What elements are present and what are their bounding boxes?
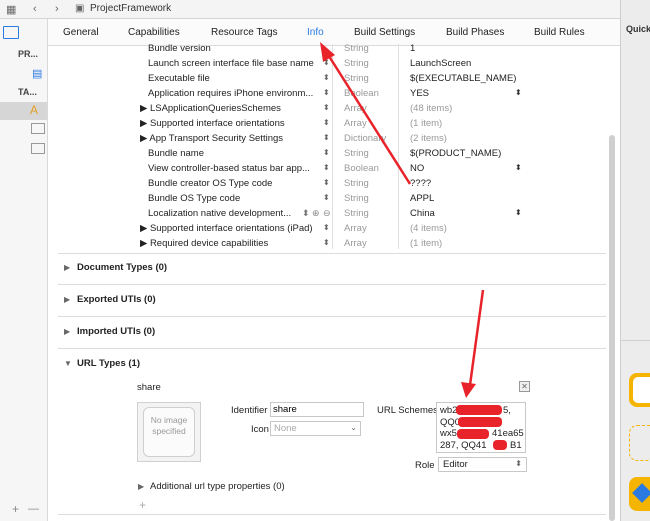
chevron-updown-icon: ⬍: [515, 459, 522, 468]
stepper-icon[interactable]: ⬍: [323, 88, 330, 97]
stepper-icon[interactable]: ⬍: [323, 58, 330, 67]
disclosure-triangle-icon[interactable]: ▶: [64, 327, 70, 336]
section-exported-utis[interactable]: Exported UTIs (0): [77, 294, 156, 305]
disclosure-triangle-icon[interactable]: ▶: [64, 263, 70, 272]
additional-properties-label[interactable]: Additional url type properties (0): [150, 481, 285, 492]
plist-row[interactable]: Launch screen interface file base name ⬍…: [138, 57, 533, 72]
redaction-mark: [458, 417, 502, 427]
grid-icon[interactable]: ▦: [6, 3, 16, 16]
tab-build-phases[interactable]: Build Phases: [446, 27, 504, 38]
section-document-types[interactable]: Document Types (0): [77, 262, 167, 273]
plist-row[interactable]: Executable file ⬍ String $(EXECUTABLE_NA…: [138, 72, 533, 87]
icon-popup[interactable]: None ⌄: [270, 421, 361, 436]
add-target-button[interactable]: +: [12, 502, 19, 516]
stepper-icon[interactable]: ⬍: [323, 73, 330, 82]
plist-row[interactable]: Bundle OS Type code ⬍ String APPL: [138, 192, 533, 207]
url-type-image-well[interactable]: No image specified: [137, 402, 201, 462]
disclosure-triangle-icon[interactable]: ▶: [138, 482, 144, 491]
forward-chevron-icon[interactable]: ›: [55, 3, 59, 15]
inspector-strip: Quick: [620, 0, 650, 521]
plist-row[interactable]: Localization native development... ⬍ ⊕ ⊖…: [138, 207, 533, 222]
plist-row[interactable]: Application requires iPhone environm... …: [138, 87, 533, 102]
popup-chevron-icon[interactable]: ⬍: [515, 208, 522, 217]
stepper-icon[interactable]: ⬍: [323, 148, 330, 157]
delete-url-type-icon[interactable]: ✕: [519, 381, 530, 392]
tab-build-rules[interactable]: Build Rules: [534, 27, 585, 38]
url-type-name: share: [137, 382, 161, 393]
role-label: Role: [415, 460, 435, 471]
plist-row[interactable]: ▶ Supported interface orientations ⬍ Arr…: [138, 117, 533, 132]
plist-row[interactable]: ▶ App Transport Security Settings ⬍ Dict…: [138, 132, 533, 147]
url-schemes-label: URL Schemes: [377, 405, 438, 416]
tab-general[interactable]: General: [63, 27, 99, 38]
add-url-type-button[interactable]: +: [139, 498, 146, 512]
remove-row-icon[interactable]: ⊖: [323, 208, 331, 219]
tab-build-settings[interactable]: Build Settings: [354, 27, 415, 38]
disclosure-triangle-open-icon[interactable]: ▼: [64, 359, 72, 368]
redaction-mark: [456, 405, 502, 415]
project-section-label: PR...: [18, 49, 39, 59]
targets-section-label: TA...: [18, 87, 37, 97]
target-folder-icon[interactable]: [31, 143, 45, 154]
role-popup[interactable]: Editor ⬍: [438, 457, 527, 472]
chevron-down-icon: ⌄: [350, 423, 357, 432]
tab-resource-tags[interactable]: Resource Tags: [211, 27, 278, 38]
top-bar: ▦ ‹ › ▣ ProjectFramework: [0, 0, 620, 19]
remove-target-button[interactable]: —: [28, 503, 39, 515]
stepper-icon[interactable]: ⬍: [323, 223, 330, 232]
arrowhead-icon: [461, 382, 476, 398]
project-file-icon[interactable]: ▤: [32, 67, 42, 80]
redaction-mark: [457, 429, 489, 439]
disclosure-triangle-icon[interactable]: ▶: [64, 295, 70, 304]
url-schemes-field[interactable]: wb2 5, QQ0 wx5 41ea65 287, QQ41 B1: [436, 402, 526, 453]
plist-row[interactable]: ▶ Supported interface orientations (iPad…: [138, 222, 533, 237]
popup-chevron-icon[interactable]: ⬍: [515, 163, 522, 172]
plist-row[interactable]: View controller-based status bar app... …: [138, 162, 533, 177]
plist-row[interactable]: Bundle version String 1: [138, 42, 533, 57]
identifier-field[interactable]: [270, 402, 364, 417]
breadcrumb[interactable]: ProjectFramework: [90, 3, 171, 14]
stepper-icon[interactable]: ⬍: [323, 103, 330, 112]
stepper-icon[interactable]: ⬍: [323, 193, 330, 202]
annotation-arrow-to-url-schemes: [468, 289, 485, 386]
popup-chevron-icon[interactable]: ⬍: [515, 88, 522, 97]
vertical-scrollbar[interactable]: [609, 135, 615, 521]
plist-row[interactable]: Bundle creator OS Type code ⬍ String ???…: [138, 177, 533, 192]
identifier-label: Identifier: [231, 405, 268, 416]
stepper-icon[interactable]: ⬍: [302, 208, 310, 219]
stepper-icon[interactable]: ⬍: [323, 163, 330, 172]
stepper-icon[interactable]: ⬍: [323, 118, 330, 127]
back-chevron-icon[interactable]: ‹: [33, 3, 37, 15]
stepper-icon[interactable]: ⬍: [323, 133, 330, 142]
plist-row[interactable]: Bundle name ⬍ String $(PRODUCT_NAME): [138, 147, 533, 162]
tab-info[interactable]: Info: [307, 27, 324, 38]
section-url-types[interactable]: URL Types (1): [77, 358, 140, 369]
add-row-icon[interactable]: ⊕: [312, 208, 320, 219]
project-navigator: PR... ▤ TA... A: [0, 19, 48, 521]
stepper-icon[interactable]: ⬍: [323, 238, 330, 247]
plist-row[interactable]: ▶ Required device capabilities ⬍ Array (…: [138, 237, 533, 252]
app-target-icon: A: [30, 103, 39, 117]
plist-row[interactable]: ▶ LSApplicationQueriesSchemes ⬍ Array (4…: [138, 102, 533, 117]
stepper-icon[interactable]: ⬍: [323, 178, 330, 187]
target-folder-icon[interactable]: [31, 123, 45, 134]
tab-capabilities[interactable]: Capabilities: [128, 27, 180, 38]
section-imported-utis[interactable]: Imported UTIs (0): [77, 326, 155, 337]
library-placeholder-icon[interactable]: [629, 425, 650, 461]
sidebar-toggle-icon[interactable]: [3, 26, 19, 39]
no-image-label: No image specified: [150, 415, 188, 436]
selected-target-row[interactable]: A: [0, 102, 47, 120]
quick-help-label: Quick: [626, 24, 650, 34]
library-diamond-icon[interactable]: [629, 477, 650, 511]
info-plist-table: Bundle version String 1 Launch screen in…: [138, 42, 533, 252]
project-file-icon: ▣: [75, 3, 85, 14]
redaction-mark: [493, 440, 507, 450]
icon-label: Icon: [251, 424, 269, 435]
